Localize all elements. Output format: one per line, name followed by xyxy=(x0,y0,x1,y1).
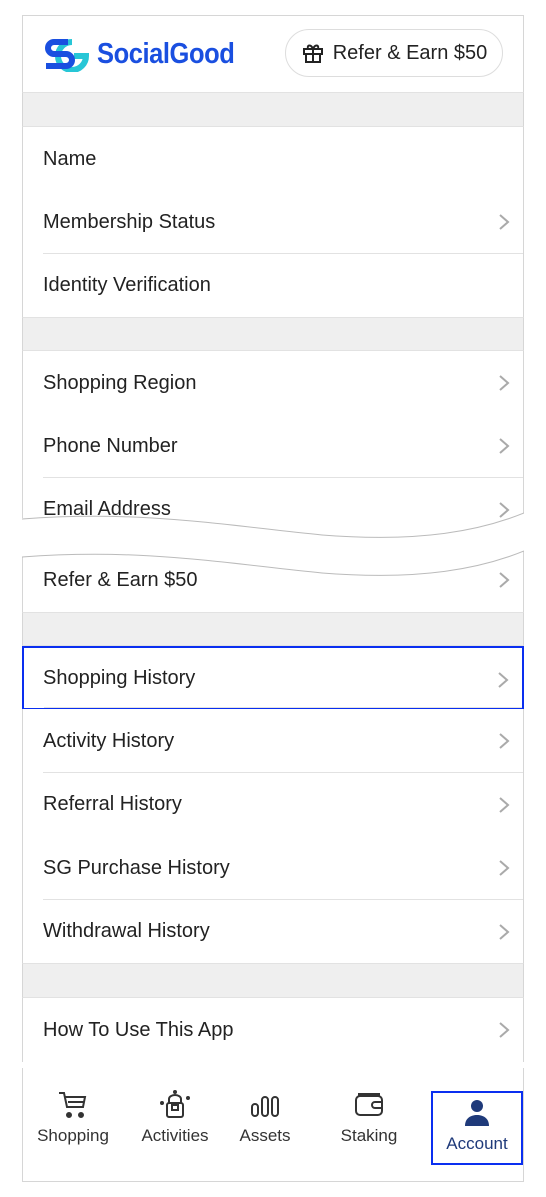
list-item-label: Phone Number xyxy=(43,434,178,457)
chevron-right-icon xyxy=(496,670,510,696)
list-item-label: Membership Status xyxy=(43,210,216,233)
list-item-label: Identity Verification xyxy=(43,274,211,297)
nav-tab-activities[interactable]: Activities xyxy=(129,1090,221,1146)
list-item-label: Shopping Region xyxy=(43,371,197,394)
chevron-right-icon xyxy=(497,858,511,884)
wallet-icon xyxy=(323,1090,415,1120)
nav-tab-label: Staking xyxy=(340,1126,398,1145)
list-item-shopping-region[interactable]: Shopping Region xyxy=(22,351,524,415)
list-item-label: Withdrawal History xyxy=(43,920,210,943)
chevron-right-icon xyxy=(497,436,511,462)
chevron-right-icon xyxy=(497,212,511,238)
brand-name: SocialGood xyxy=(97,37,235,70)
refer-earn-button[interactable]: Refer & Earn $50 xyxy=(285,29,503,77)
section-divider xyxy=(22,612,524,646)
app-header: SocialGood Refer & Earn $50 xyxy=(22,15,524,92)
list-item-shopping-history[interactable]: Shopping History xyxy=(22,646,524,710)
chevron-right-icon xyxy=(497,373,511,399)
gift-icon xyxy=(302,44,323,63)
nav-tab-assets[interactable]: Assets xyxy=(219,1090,311,1146)
section-divider xyxy=(22,963,524,998)
torn-edge xyxy=(22,512,524,576)
socialgood-logo-icon xyxy=(45,39,90,72)
list-item-label: Shopping History xyxy=(43,666,196,689)
nav-tab-shopping[interactable]: Shopping xyxy=(27,1090,119,1146)
bars-icon xyxy=(219,1090,311,1120)
list-item-name[interactable]: Name xyxy=(22,127,524,191)
refer-earn-label: Refer & Earn $50 xyxy=(332,41,488,64)
nav-tab-label: Account xyxy=(446,1134,508,1153)
section-divider xyxy=(22,92,524,127)
chevron-right-icon xyxy=(497,1020,511,1046)
chevron-right-icon xyxy=(497,731,511,757)
logo[interactable]: SocialGood xyxy=(42,36,253,72)
list-item-withdrawal-history[interactable]: Withdrawal History xyxy=(22,899,524,964)
list-item-label: Referral History xyxy=(43,793,182,816)
bottom-nav: Shopping Activities Assets Staking Account xyxy=(22,1068,524,1182)
list-item-identity-verification[interactable]: Identity Verification xyxy=(22,253,524,318)
nav-tab-label: Assets xyxy=(239,1126,291,1145)
nav-tab-account[interactable]: Account xyxy=(431,1091,523,1165)
nav-tab-staking[interactable]: Staking xyxy=(323,1090,415,1146)
list-item-how-to-use-this-app[interactable]: How To Use This App xyxy=(22,998,524,1062)
person-icon xyxy=(433,1098,521,1128)
list-item-referral-history[interactable]: Referral History xyxy=(22,772,524,837)
cart-icon xyxy=(27,1090,119,1120)
nav-tab-label: Shopping xyxy=(37,1126,109,1145)
list-item-label: How To Use This App xyxy=(43,1018,234,1041)
chevron-right-icon xyxy=(497,795,511,821)
list-item-label: Activity History xyxy=(43,729,175,752)
list-item-sg-purchase-history[interactable]: SG Purchase History xyxy=(22,836,524,901)
section-divider xyxy=(22,317,524,351)
list-item-label: Name xyxy=(43,147,97,170)
nav-tab-label: Activities xyxy=(141,1126,209,1145)
chevron-right-icon xyxy=(497,922,511,948)
list-item-phone-number[interactable]: Phone Number xyxy=(22,414,524,479)
list-item-activity-history[interactable]: Activity History xyxy=(22,709,524,774)
list-item-membership-status[interactable]: Membership Status xyxy=(22,190,524,255)
list-item-label: SG Purchase History xyxy=(43,856,230,879)
gift-box-icon xyxy=(129,1090,221,1120)
